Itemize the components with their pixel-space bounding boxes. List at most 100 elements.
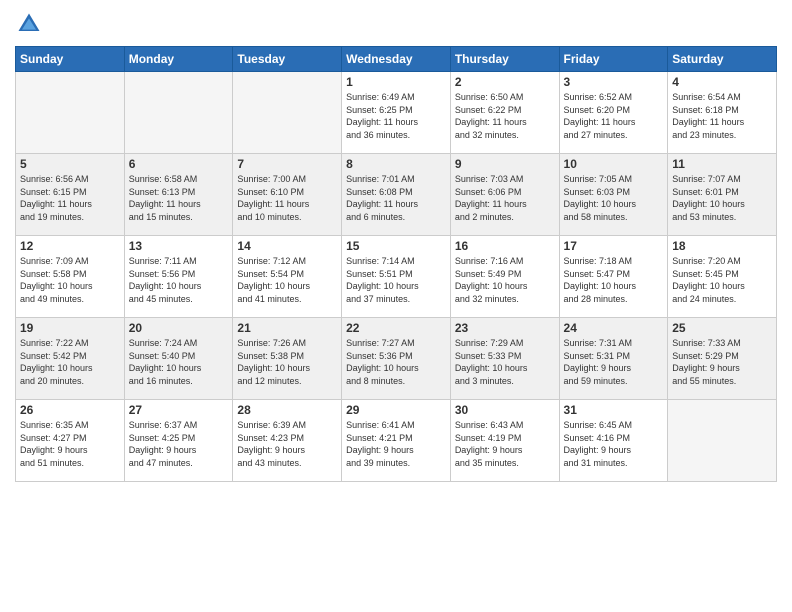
calendar-header-row: SundayMondayTuesdayWednesdayThursdayFrid…: [16, 47, 777, 72]
day-number: 22: [346, 321, 446, 335]
day-number: 11: [672, 157, 772, 171]
day-number: 8: [346, 157, 446, 171]
calendar-cell: 10 Sunrise: 7:05 AM Sunset: 6:03 PM Dayli…: [559, 154, 668, 236]
calendar-week-row: 19 Sunrise: 7:22 AM Sunset: 5:42 PM Dayli…: [16, 318, 777, 400]
day-info: Sunrise: 6:37 AM Sunset: 4:25 PM Dayligh…: [129, 419, 229, 469]
calendar-cell: 24 Sunrise: 7:31 AM Sunset: 5:31 PM Dayli…: [559, 318, 668, 400]
day-number: 18: [672, 239, 772, 253]
calendar-cell: 4 Sunrise: 6:54 AM Sunset: 6:18 PM Daylig…: [668, 72, 777, 154]
day-number: 24: [564, 321, 664, 335]
day-number: 13: [129, 239, 229, 253]
weekday-header-saturday: Saturday: [668, 47, 777, 72]
logo-icon: [15, 10, 43, 38]
calendar-cell: 29Sunrise: 6:41 AM Sunset: 4:21 PM Dayli…: [342, 400, 451, 482]
day-number: 7: [237, 157, 337, 171]
day-info: Sunrise: 7:16 AM Sunset: 5:49 PM Dayligh…: [455, 255, 555, 305]
calendar-cell: 1 Sunrise: 6:49 AM Sunset: 6:25 PM Daylig…: [342, 72, 451, 154]
day-number: 30: [455, 403, 555, 417]
day-info: Sunrise: 7:29 AM Sunset: 5:33 PM Dayligh…: [455, 337, 555, 387]
calendar-week-row: 1 Sunrise: 6:49 AM Sunset: 6:25 PM Daylig…: [16, 72, 777, 154]
calendar-cell: 2Sunrise: 6:50 AM Sunset: 6:22 PM Daylig…: [450, 72, 559, 154]
day-number: 19: [20, 321, 120, 335]
day-info: Sunrise: 7:26 AM Sunset: 5:38 PM Dayligh…: [237, 337, 337, 387]
day-number: 5: [20, 157, 120, 171]
calendar-cell: [233, 72, 342, 154]
calendar-cell: 5 Sunrise: 6:56 AM Sunset: 6:15 PM Daylig…: [16, 154, 125, 236]
day-info: Sunrise: 6:54 AM Sunset: 6:18 PM Dayligh…: [672, 91, 772, 141]
calendar-cell: [668, 400, 777, 482]
calendar-cell: 6 Sunrise: 6:58 AM Sunset: 6:13 PM Daylig…: [124, 154, 233, 236]
calendar-cell: 3Sunrise: 6:52 AM Sunset: 6:20 PM Daylig…: [559, 72, 668, 154]
day-info: Sunrise: 7:05 AM Sunset: 6:03 PM Dayligh…: [564, 173, 664, 223]
day-info: Sunrise: 6:52 AM Sunset: 6:20 PM Dayligh…: [564, 91, 664, 141]
day-info: Sunrise: 7:03 AM Sunset: 6:06 PM Dayligh…: [455, 173, 555, 223]
calendar-cell: 18 Sunrise: 7:20 AM Sunset: 5:45 PM Dayli…: [668, 236, 777, 318]
day-info: Sunrise: 6:49 AM Sunset: 6:25 PM Dayligh…: [346, 91, 446, 141]
day-info: Sunrise: 6:35 AM Sunset: 4:27 PM Dayligh…: [20, 419, 120, 469]
day-info: Sunrise: 7:14 AM Sunset: 5:51 PM Dayligh…: [346, 255, 446, 305]
calendar-cell: 28 Sunrise: 6:39 AM Sunset: 4:23 PM Dayli…: [233, 400, 342, 482]
day-number: 14: [237, 239, 337, 253]
day-number: 20: [129, 321, 229, 335]
weekday-header-monday: Monday: [124, 47, 233, 72]
calendar-cell: [124, 72, 233, 154]
calendar-week-row: 26 Sunrise: 6:35 AM Sunset: 4:27 PM Dayli…: [16, 400, 777, 482]
day-info: Sunrise: 6:50 AM Sunset: 6:22 PM Dayligh…: [455, 91, 555, 141]
calendar-cell: 15 Sunrise: 7:14 AM Sunset: 5:51 PM Dayli…: [342, 236, 451, 318]
day-info: Sunrise: 7:24 AM Sunset: 5:40 PM Dayligh…: [129, 337, 229, 387]
calendar-cell: 27 Sunrise: 6:37 AM Sunset: 4:25 PM Dayli…: [124, 400, 233, 482]
day-info: Sunrise: 7:33 AM Sunset: 5:29 PM Dayligh…: [672, 337, 772, 387]
calendar-cell: 25Sunrise: 7:33 AM Sunset: 5:29 PM Dayli…: [668, 318, 777, 400]
calendar-cell: 31Sunrise: 6:45 AM Sunset: 4:16 PM Dayli…: [559, 400, 668, 482]
day-info: Sunrise: 7:07 AM Sunset: 6:01 PM Dayligh…: [672, 173, 772, 223]
day-info: Sunrise: 6:43 AM Sunset: 4:19 PM Dayligh…: [455, 419, 555, 469]
day-info: Sunrise: 6:39 AM Sunset: 4:23 PM Dayligh…: [237, 419, 337, 469]
calendar-cell: 22 Sunrise: 7:27 AM Sunset: 5:36 PM Dayli…: [342, 318, 451, 400]
day-info: Sunrise: 7:31 AM Sunset: 5:31 PM Dayligh…: [564, 337, 664, 387]
calendar-cell: 9 Sunrise: 7:03 AM Sunset: 6:06 PM Daylig…: [450, 154, 559, 236]
day-number: 26: [20, 403, 120, 417]
day-number: 27: [129, 403, 229, 417]
calendar-cell: 11 Sunrise: 7:07 AM Sunset: 6:01 PM Dayli…: [668, 154, 777, 236]
calendar-week-row: 12 Sunrise: 7:09 AM Sunset: 5:58 PM Dayli…: [16, 236, 777, 318]
calendar-cell: 17Sunrise: 7:18 AM Sunset: 5:47 PM Dayli…: [559, 236, 668, 318]
day-info: Sunrise: 7:00 AM Sunset: 6:10 PM Dayligh…: [237, 173, 337, 223]
day-info: Sunrise: 6:56 AM Sunset: 6:15 PM Dayligh…: [20, 173, 120, 223]
day-number: 29: [346, 403, 446, 417]
day-number: 10: [564, 157, 664, 171]
calendar-cell: 8Sunrise: 7:01 AM Sunset: 6:08 PM Daylig…: [342, 154, 451, 236]
calendar-cell: 16 Sunrise: 7:16 AM Sunset: 5:49 PM Dayli…: [450, 236, 559, 318]
calendar-cell: 14 Sunrise: 7:12 AM Sunset: 5:54 PM Dayli…: [233, 236, 342, 318]
day-number: 17: [564, 239, 664, 253]
day-number: 4: [672, 75, 772, 89]
day-number: 9: [455, 157, 555, 171]
calendar-cell: 23 Sunrise: 7:29 AM Sunset: 5:33 PM Dayli…: [450, 318, 559, 400]
day-number: 28: [237, 403, 337, 417]
day-info: Sunrise: 7:09 AM Sunset: 5:58 PM Dayligh…: [20, 255, 120, 305]
header: [15, 10, 777, 38]
day-number: 15: [346, 239, 446, 253]
calendar-cell: 19 Sunrise: 7:22 AM Sunset: 5:42 PM Dayli…: [16, 318, 125, 400]
day-number: 16: [455, 239, 555, 253]
calendar-table: SundayMondayTuesdayWednesdayThursdayFrid…: [15, 46, 777, 482]
day-info: Sunrise: 7:22 AM Sunset: 5:42 PM Dayligh…: [20, 337, 120, 387]
day-info: Sunrise: 6:58 AM Sunset: 6:13 PM Dayligh…: [129, 173, 229, 223]
weekday-header-wednesday: Wednesday: [342, 47, 451, 72]
day-info: Sunrise: 7:27 AM Sunset: 5:36 PM Dayligh…: [346, 337, 446, 387]
day-number: 1: [346, 75, 446, 89]
calendar-cell: [16, 72, 125, 154]
calendar-cell: 30 Sunrise: 6:43 AM Sunset: 4:19 PM Dayli…: [450, 400, 559, 482]
day-number: 12: [20, 239, 120, 253]
day-number: 23: [455, 321, 555, 335]
day-number: 6: [129, 157, 229, 171]
weekday-header-thursday: Thursday: [450, 47, 559, 72]
day-info: Sunrise: 7:12 AM Sunset: 5:54 PM Dayligh…: [237, 255, 337, 305]
calendar-cell: 13Sunrise: 7:11 AM Sunset: 5:56 PM Dayli…: [124, 236, 233, 318]
calendar-cell: 12 Sunrise: 7:09 AM Sunset: 5:58 PM Dayli…: [16, 236, 125, 318]
weekday-header-sunday: Sunday: [16, 47, 125, 72]
weekday-header-friday: Friday: [559, 47, 668, 72]
weekday-header-tuesday: Tuesday: [233, 47, 342, 72]
day-info: Sunrise: 7:20 AM Sunset: 5:45 PM Dayligh…: [672, 255, 772, 305]
calendar-week-row: 5 Sunrise: 6:56 AM Sunset: 6:15 PM Daylig…: [16, 154, 777, 236]
calendar-cell: 26 Sunrise: 6:35 AM Sunset: 4:27 PM Dayli…: [16, 400, 125, 482]
